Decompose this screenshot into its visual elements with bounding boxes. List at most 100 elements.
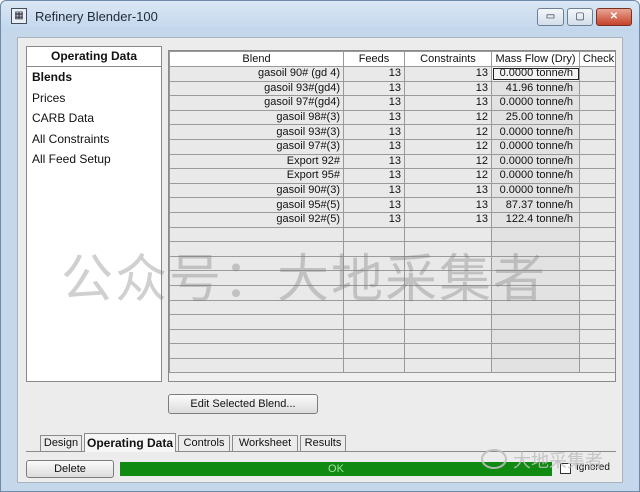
cell-check-empty[interactable] bbox=[579, 226, 615, 243]
cell-feeds[interactable]: 13 bbox=[343, 197, 405, 213]
table-row[interactable]: gasoil 93#(3) 13 12 0.0000 tonne/h bbox=[169, 124, 615, 140]
cell-mass-flow-empty[interactable] bbox=[491, 357, 580, 374]
cell-blend-empty[interactable] bbox=[169, 314, 344, 330]
tab-results[interactable]: Results bbox=[300, 435, 346, 451]
column-header-check[interactable]: Check bbox=[579, 51, 615, 67]
cell-constraints-empty[interactable] bbox=[404, 328, 492, 345]
cell-constraints[interactable]: 12 bbox=[404, 124, 492, 140]
column-header-blend[interactable]: Blend bbox=[169, 51, 344, 67]
cell-constraints[interactable]: 13 bbox=[404, 95, 492, 111]
cell-check[interactable] bbox=[579, 197, 615, 213]
cell-check[interactable] bbox=[579, 66, 615, 82]
sidebar-item-all-constraints[interactable]: All Constraints bbox=[27, 129, 161, 150]
column-header-feeds[interactable]: Feeds bbox=[343, 51, 405, 67]
cell-mass-flow[interactable]: 0.0000 tonne/h bbox=[491, 182, 580, 199]
cell-blend[interactable]: gasoil 98#(3) bbox=[169, 109, 344, 126]
cell-constraints-empty[interactable] bbox=[404, 357, 492, 374]
cell-blend-empty[interactable] bbox=[169, 357, 344, 374]
maximize-button[interactable]: ▢ bbox=[567, 8, 593, 26]
cell-constraints[interactable]: 13 bbox=[404, 66, 492, 82]
cell-mass-flow-empty[interactable] bbox=[491, 343, 580, 359]
cell-constraints[interactable]: 12 bbox=[404, 153, 492, 170]
table-row[interactable]: gasoil 90#(3) 13 13 0.0000 tonne/h bbox=[169, 182, 615, 199]
cell-check-empty[interactable] bbox=[579, 328, 615, 345]
cell-blend[interactable]: gasoil 97#(3) bbox=[169, 138, 344, 155]
cell-feeds[interactable]: 13 bbox=[343, 124, 405, 140]
cell-check-empty[interactable] bbox=[579, 314, 615, 330]
cell-blend[interactable]: gasoil 97#(gd4) bbox=[169, 95, 344, 111]
table-row[interactable]: Export 92# 13 12 0.0000 tonne/h bbox=[169, 153, 615, 170]
cell-check[interactable] bbox=[579, 182, 615, 199]
table-row[interactable]: Export 95# 13 12 0.0000 tonne/h bbox=[169, 168, 615, 184]
table-row[interactable]: gasoil 97#(3) 13 12 0.0000 tonne/h bbox=[169, 138, 615, 155]
cell-check-empty[interactable] bbox=[579, 284, 615, 301]
blender-app-icon[interactable]: ▦ bbox=[11, 8, 27, 24]
sidebar-item-all-feed-setup[interactable]: All Feed Setup bbox=[27, 149, 161, 170]
cell-constraints[interactable]: 13 bbox=[404, 211, 492, 228]
cell-constraints[interactable]: 13 bbox=[404, 80, 492, 97]
cell-constraints[interactable]: 12 bbox=[404, 168, 492, 184]
cell-check[interactable] bbox=[579, 109, 615, 126]
empty-table-row[interactable] bbox=[169, 328, 615, 345]
cell-check[interactable] bbox=[579, 80, 615, 97]
title-bar[interactable]: ▦ Refinery Blender-100 ▭ ▢ ✕ bbox=[1, 1, 639, 31]
cell-check[interactable] bbox=[579, 211, 615, 228]
cell-constraints[interactable]: 13 bbox=[404, 182, 492, 199]
empty-table-row[interactable] bbox=[169, 343, 615, 359]
cell-mass-flow-empty[interactable] bbox=[491, 328, 580, 345]
edit-selected-blend-button[interactable]: Edit Selected Blend... bbox=[168, 394, 318, 414]
table-row[interactable]: gasoil 97#(gd4) 13 13 0.0000 tonne/h bbox=[169, 95, 615, 111]
cell-check[interactable] bbox=[579, 168, 615, 184]
tab-design[interactable]: Design bbox=[40, 435, 82, 451]
empty-table-row[interactable] bbox=[169, 357, 615, 374]
cell-check[interactable] bbox=[579, 153, 615, 170]
cell-blend[interactable]: gasoil 93#(gd4) bbox=[169, 80, 344, 97]
cell-feeds-empty[interactable] bbox=[343, 314, 405, 330]
tab-operating-data[interactable]: Operating Data bbox=[84, 433, 176, 452]
cell-constraints[interactable]: 13 bbox=[404, 197, 492, 213]
cell-mass-flow[interactable]: 87.37 tonne/h bbox=[491, 197, 580, 213]
sidebar-item-blends[interactable]: Blends bbox=[27, 67, 161, 88]
cell-blend[interactable]: gasoil 90#(3) bbox=[169, 182, 344, 199]
cell-check-empty[interactable] bbox=[579, 241, 615, 257]
cell-mass-flow[interactable]: 41.96 tonne/h bbox=[491, 80, 580, 97]
cell-feeds[interactable]: 13 bbox=[343, 153, 405, 170]
cell-feeds[interactable]: 13 bbox=[343, 211, 405, 228]
column-header-constraints[interactable]: Constraints bbox=[404, 51, 492, 67]
cell-check-empty[interactable] bbox=[579, 357, 615, 374]
cell-feeds-empty[interactable] bbox=[343, 328, 405, 345]
cell-blend[interactable]: gasoil 92#(5) bbox=[169, 211, 344, 228]
cell-feeds[interactable]: 13 bbox=[343, 168, 405, 184]
cell-check[interactable] bbox=[579, 138, 615, 155]
cell-check-empty[interactable] bbox=[579, 299, 615, 316]
cell-mass-flow[interactable]: 0.0000 tonne/h bbox=[491, 95, 580, 111]
table-row[interactable]: gasoil 92#(5) 13 13 122.4 tonne/h bbox=[169, 211, 615, 228]
cell-check-empty[interactable] bbox=[579, 270, 615, 286]
empty-table-row[interactable] bbox=[169, 314, 615, 330]
cell-constraints-empty[interactable] bbox=[404, 314, 492, 330]
cell-feeds[interactable]: 13 bbox=[343, 138, 405, 155]
cell-feeds[interactable]: 13 bbox=[343, 80, 405, 97]
cell-check-empty[interactable] bbox=[579, 343, 615, 359]
cell-mass-flow-empty[interactable] bbox=[491, 314, 580, 330]
cell-mass-flow[interactable]: 0.0000 tonne/h bbox=[491, 168, 580, 184]
cell-mass-flow[interactable]: 0.0000 tonne/h bbox=[491, 124, 580, 140]
cell-feeds[interactable]: 13 bbox=[343, 66, 405, 82]
sidebar-item-prices[interactable]: Prices bbox=[27, 88, 161, 109]
table-row[interactable]: gasoil 98#(3) 13 12 25.00 tonne/h bbox=[169, 109, 615, 126]
cell-feeds[interactable]: 13 bbox=[343, 182, 405, 199]
cell-feeds[interactable]: 13 bbox=[343, 95, 405, 111]
cell-blend[interactable]: gasoil 90# (gd 4) bbox=[169, 66, 344, 82]
minimize-button[interactable]: ▭ bbox=[537, 8, 564, 26]
cell-check[interactable] bbox=[579, 124, 615, 140]
cell-feeds[interactable]: 13 bbox=[343, 109, 405, 126]
cell-mass-flow[interactable]: 0.0000 tonne/h bbox=[491, 138, 580, 155]
cell-constraints[interactable]: 12 bbox=[404, 109, 492, 126]
cell-blend[interactable]: gasoil 93#(3) bbox=[169, 124, 344, 140]
cell-blend[interactable]: gasoil 95#(5) bbox=[169, 197, 344, 213]
sidebar-item-carb-data[interactable]: CARB Data bbox=[27, 108, 161, 129]
cell-constraints[interactable]: 12 bbox=[404, 138, 492, 155]
tab-worksheet[interactable]: Worksheet bbox=[232, 435, 298, 451]
cell-mass-flow[interactable]: 0.0000 tonne/h bbox=[491, 153, 580, 170]
close-button[interactable]: ✕ bbox=[596, 8, 632, 26]
